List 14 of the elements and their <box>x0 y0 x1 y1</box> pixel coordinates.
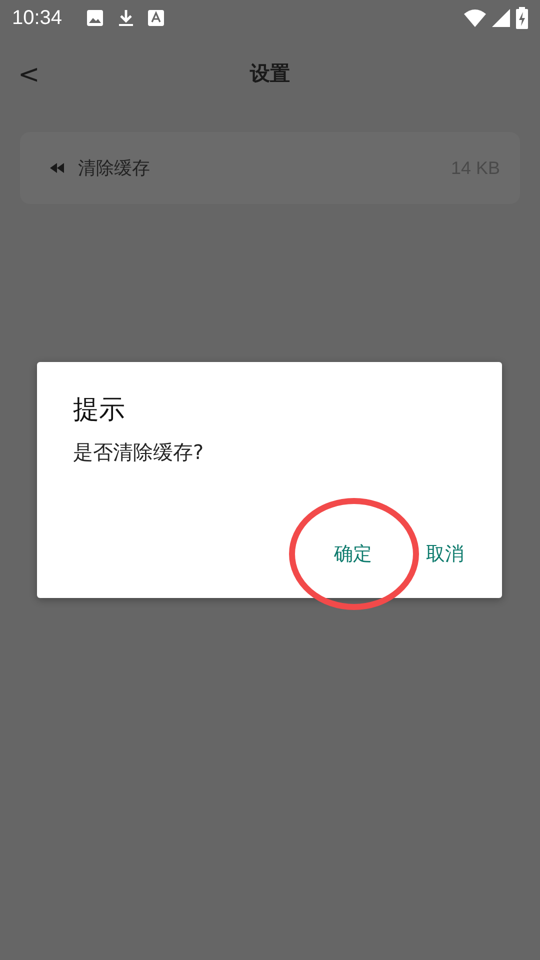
dialog-button[interactable]: 确定 <box>326 537 380 571</box>
dialog-message: 是否清除缓存? <box>73 439 204 466</box>
back-button[interactable]: < <box>12 56 46 94</box>
dialog-title: 提示 <box>73 394 125 427</box>
keyboard-icon <box>148 10 164 26</box>
dialog-button[interactable]: 取消 <box>418 537 472 571</box>
status-time: 10:34 <box>12 6 62 30</box>
image-icon <box>86 9 104 27</box>
rewind-icon <box>50 163 64 173</box>
download-icon <box>118 9 134 27</box>
signal-icon <box>492 9 510 27</box>
page-title: 设置 <box>250 60 290 86</box>
wifi-icon <box>464 9 486 27</box>
battery-icon <box>516 7 528 29</box>
